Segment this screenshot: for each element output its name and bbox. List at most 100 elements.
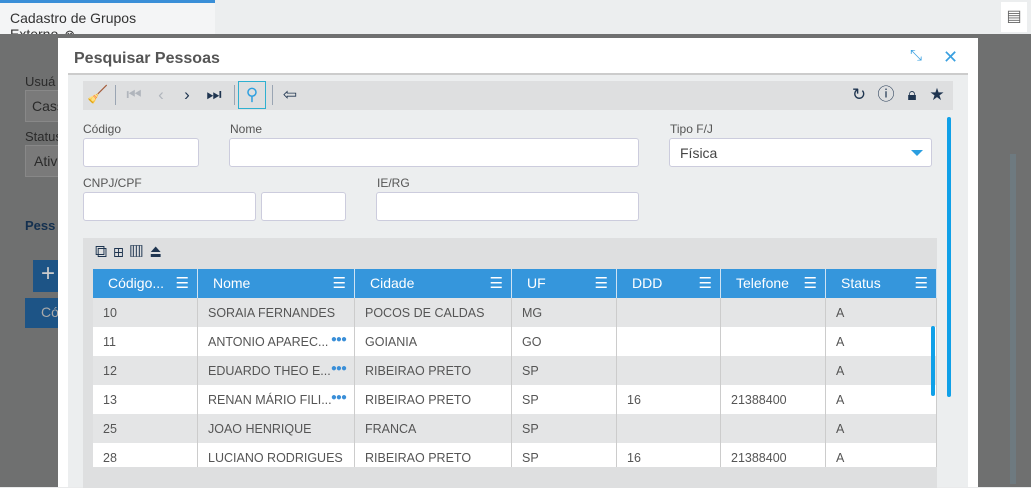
cell-text: POCOS DE CALDAS — [365, 306, 485, 320]
table-row[interactable]: 12 EDUARDO THEO E... ●●● RIBEIRAO PRETO SP A — [93, 356, 937, 385]
ie-input[interactable] — [376, 192, 639, 221]
cell-text: 10 — [103, 306, 117, 320]
lock-icon[interactable]: 🔒︎ — [901, 84, 923, 106]
cell-status: A — [826, 443, 937, 467]
cell-nome: RENAN MÁRIO FILI... ●●● — [198, 385, 355, 414]
cnpj-input[interactable] — [83, 192, 256, 221]
table-row[interactable]: 10 SORAIA FERNANDES POCOS DE CALDAS MG A — [93, 298, 937, 327]
column-menu-icon[interactable]: ☰ — [915, 274, 928, 292]
nome-input[interactable] — [229, 138, 639, 167]
clear-broom-icon[interactable]: 🧹 — [87, 84, 109, 106]
back-arrow-icon[interactable]: ⇦ — [279, 84, 301, 106]
cell-nome: JOAO HENRIQUE — [198, 414, 355, 443]
cell-text: A — [836, 364, 845, 378]
cell-status: A — [826, 414, 937, 443]
cell-text: A — [836, 422, 845, 436]
next-record-icon[interactable]: › — [176, 84, 198, 106]
cell-text: EDUARDO THEO E... — [208, 364, 331, 378]
column-menu-icon[interactable]: ☰ — [595, 274, 608, 292]
cell-text: SP — [522, 364, 539, 378]
column-header-status[interactable]: Status ☰ — [826, 269, 937, 298]
layout-icon[interactable]: ⧉ — [95, 242, 113, 261]
cell-nome: ANTONIO APAREC... ●●● — [198, 327, 355, 356]
cnpj-suffix-input[interactable] — [261, 192, 346, 221]
cell-text: JOAO HENRIQUE — [208, 422, 312, 436]
grid-rows: 10 SORAIA FERNANDES POCOS DE CALDAS MG A 11 AN… — [93, 298, 937, 467]
search-people-dialog: Pesquisar Pessoas ⤡ ✕ 🧹 ⏮ ‹ › ⏭ ⚲ ⇦ ↻ ⓘ … — [58, 38, 978, 488]
cell-text: LUCIANO RODRIGUES — [208, 451, 343, 465]
cell-cidade: RIBEIRAO PRETO — [355, 385, 512, 414]
column-header-cidade[interactable]: Cidade ☰ — [355, 269, 512, 298]
column-menu-icon[interactable]: ☰ — [490, 274, 503, 292]
column-menu-icon[interactable]: ☰ — [699, 274, 712, 292]
maximize-icon[interactable]: ⤡ — [910, 47, 922, 64]
close-icon[interactable]: ✕ — [943, 47, 958, 68]
dropdown-caret-icon — [911, 150, 923, 156]
divider — [234, 85, 235, 105]
column-header-telefone[interactable]: Telefone ☰ — [721, 269, 826, 298]
cell-ddd — [617, 327, 721, 356]
cell-text: GO — [522, 335, 542, 349]
cell-ddd: 16 — [617, 385, 721, 414]
tab-cadastro-grupos[interactable]: Cadastro de Grupos Externo⊗ — [0, 0, 215, 42]
cell-text: 21388400 — [731, 451, 787, 465]
results-grid: ⧉⊞▥⏏ Código... ☰ Nome ☰ Cidade ☰ UF ☰ DDD ☰ Telefo… — [83, 238, 937, 488]
cell-uf: SP — [512, 385, 617, 414]
column-header-nome[interactable]: Nome ☰ — [198, 269, 355, 298]
cell-text: A — [836, 335, 845, 349]
cell-cidade: FRANCA — [355, 414, 512, 443]
more-icon[interactable]: ●●● — [331, 363, 347, 374]
cell-text: A — [836, 306, 845, 320]
column-menu-icon[interactable]: ☰ — [333, 274, 346, 292]
cell-uf: SP — [512, 443, 617, 467]
section-title: Pess — [25, 218, 56, 233]
first-record-icon[interactable]: ⏮ — [123, 84, 145, 106]
more-icon[interactable]: ●●● — [331, 334, 347, 345]
star-icon[interactable]: ★ — [926, 84, 948, 106]
codigo-input[interactable] — [83, 138, 199, 167]
expand-collapse-icon[interactable]: ⊞ — [113, 242, 130, 261]
last-record-icon[interactable]: ⏭ — [203, 84, 225, 106]
previous-record-icon[interactable]: ‹ — [150, 84, 172, 106]
column-label: Status — [841, 275, 881, 291]
cell-cidade: RIBEIRAO PRETO — [355, 443, 512, 467]
cell-codigo: 28 — [93, 443, 198, 467]
cell-status: A — [826, 385, 937, 414]
table-row[interactable]: 13 RENAN MÁRIO FILI... ●●● RIBEIRAO PRETO SP… — [93, 385, 937, 414]
table-row[interactable]: 25 JOAO HENRIQUE FRANCA SP A — [93, 414, 937, 443]
dialog-body: 🧹 ⏮ ‹ › ⏭ ⚲ ⇦ ↻ ⓘ 🔒︎ ★ Código Nome Tipo … — [68, 73, 968, 488]
tipo-value: Física — [680, 145, 718, 161]
table-row[interactable]: 28 LUCIANO RODRIGUES RIBEIRAO PRETO SP 16 213… — [93, 443, 937, 467]
cell-status: A — [826, 298, 937, 327]
cell-telefone — [721, 356, 826, 385]
help-icon[interactable]: ⓘ — [875, 84, 897, 106]
chart-icon[interactable]: ▥ — [130, 242, 149, 261]
export-icon[interactable]: ⏏ — [149, 242, 169, 261]
cell-codigo: 13 — [93, 385, 198, 414]
cell-text: 25 — [103, 422, 117, 436]
tipo-select[interactable]: Física — [669, 138, 932, 167]
column-menu-icon[interactable]: ☰ — [804, 274, 817, 292]
cell-text: FRANCA — [365, 422, 417, 436]
refresh-icon[interactable]: ↻ — [848, 84, 870, 106]
column-header-uf[interactable]: UF ☰ — [512, 269, 617, 298]
dialog-scrollbar[interactable] — [947, 117, 951, 397]
table-row[interactable]: 11 ANTONIO APAREC... ●●● GOIANIA GO A — [93, 327, 937, 356]
search-icon[interactable]: ⚲ — [238, 81, 266, 109]
column-header-ddd[interactable]: DDD ☰ — [617, 269, 721, 298]
grid-scrollbar[interactable] — [931, 326, 935, 396]
column-menu-icon[interactable]: ☰ — [176, 274, 189, 292]
cell-nome: EDUARDO THEO E... ●●● — [198, 356, 355, 385]
more-icon[interactable]: ●●● — [331, 392, 347, 403]
column-header-codigo[interactable]: Código... ☰ — [93, 269, 198, 298]
cell-text: 16 — [627, 393, 641, 407]
cell-telefone — [721, 327, 826, 356]
dialog-title: Pesquisar Pessoas — [74, 50, 220, 67]
column-label: Nome — [213, 275, 251, 291]
cell-telefone — [721, 414, 826, 443]
close-all-tabs-icon[interactable]: ▤ — [1001, 2, 1027, 32]
grid-tools: ⧉⊞▥⏏ — [95, 242, 169, 262]
cell-text: RIBEIRAO PRETO — [365, 364, 472, 378]
cell-codigo: 12 — [93, 356, 198, 385]
cell-codigo: 25 — [93, 414, 198, 443]
